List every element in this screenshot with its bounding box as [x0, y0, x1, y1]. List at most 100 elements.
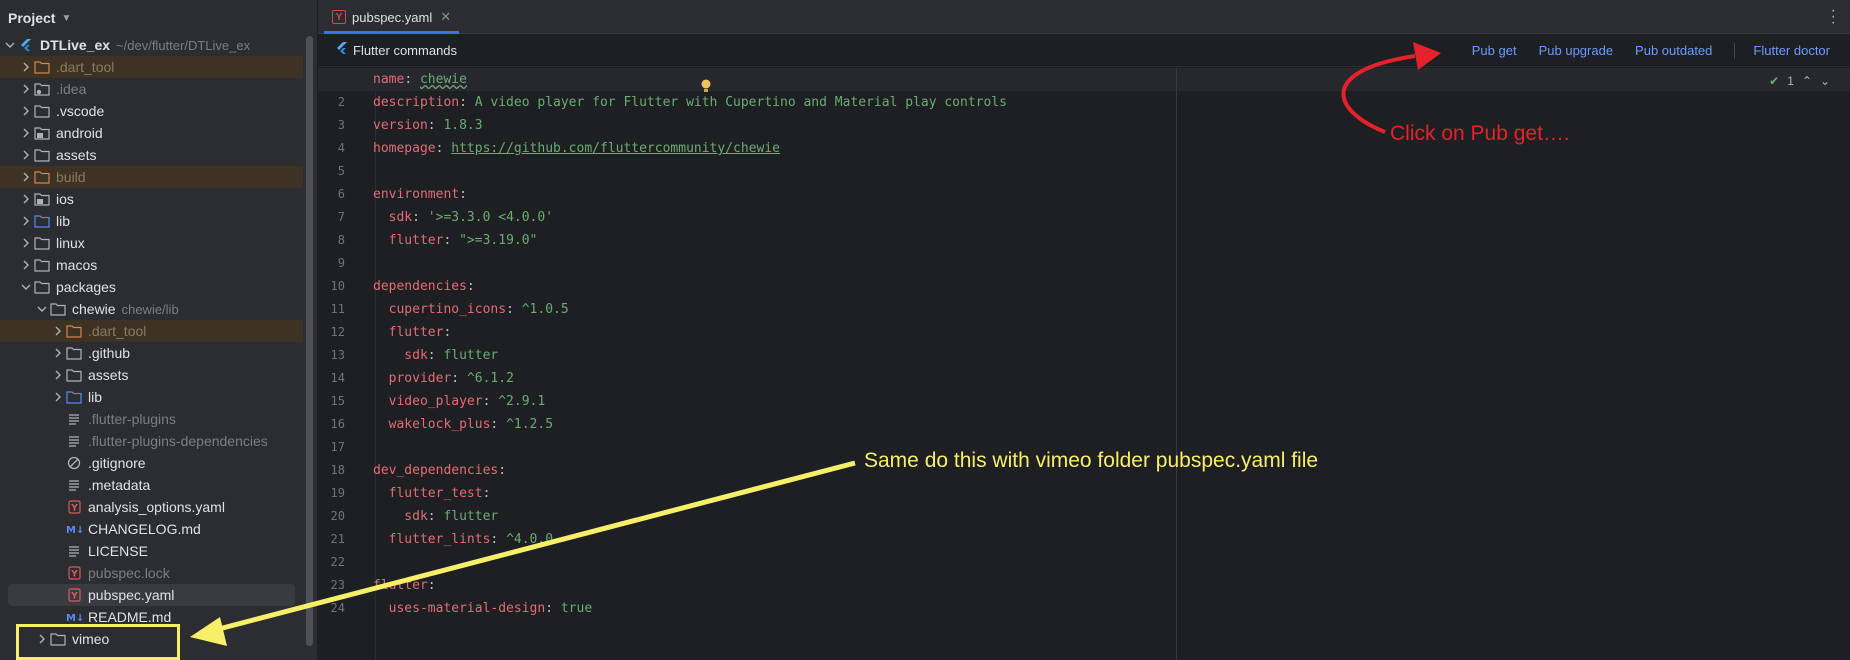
tree-folder[interactable]: .github: [0, 342, 303, 364]
code-token: sdk: [373, 509, 428, 524]
tab-pubspec-yaml[interactable]: Y pubspec.yaml ✕: [324, 0, 460, 34]
code-token: :: [545, 601, 561, 616]
code-line[interactable]: flutter:: [318, 321, 1850, 344]
tree-file[interactable]: Ypubspec.yaml: [8, 584, 295, 606]
code-token[interactable]: https://github.com/fluttercommunity/chew…: [451, 141, 780, 156]
chevron-down-icon[interactable]: ▼: [61, 13, 71, 24]
code-line[interactable]: version: 1.8.3: [318, 114, 1850, 137]
pub-get-link[interactable]: Pub get: [1472, 43, 1517, 58]
text-file-icon: [66, 412, 82, 426]
excluded-folder-icon: [66, 324, 82, 338]
tree-folder[interactable]: chewie chewie/lib: [0, 298, 303, 320]
code-token: :: [459, 95, 475, 110]
code-line[interactable]: flutter_lints: ^4.0.0: [318, 528, 1850, 551]
chevron-right-icon[interactable]: [18, 172, 34, 182]
tree-folder[interactable]: lib: [0, 210, 303, 232]
tree-folder[interactable]: .idea: [0, 78, 303, 100]
tree-file[interactable]: Ypubspec.lock: [0, 562, 303, 584]
chevron-right-icon[interactable]: [50, 392, 66, 402]
folder-icon: [34, 236, 50, 250]
project-panel-header[interactable]: Project ▼: [0, 0, 317, 36]
close-icon[interactable]: ✕: [440, 9, 451, 25]
code-line[interactable]: provider: ^6.1.2: [318, 367, 1850, 390]
code-line[interactable]: flutter_test:: [318, 482, 1850, 505]
chevron-down-icon[interactable]: ⌄: [1820, 74, 1830, 88]
code-line[interactable]: [318, 252, 1850, 275]
code-token: :: [482, 486, 491, 501]
tree-folder[interactable]: .vscode: [0, 100, 303, 122]
code-line[interactable]: cupertino_icons: ^1.0.5: [318, 298, 1850, 321]
chevron-right-icon[interactable]: [18, 62, 34, 72]
chevron-right-icon[interactable]: [18, 194, 34, 204]
chevron-right-icon[interactable]: [18, 216, 34, 226]
chevron-up-icon[interactable]: ⌃: [1802, 74, 1812, 88]
chevron-right-icon[interactable]: [50, 348, 66, 358]
code-token: ^6.1.2: [466, 371, 514, 386]
chevron-right-icon[interactable]: [50, 326, 66, 336]
chevron-down-icon[interactable]: [34, 304, 50, 314]
code-line[interactable]: flutter: ">=3.19.0": [318, 229, 1850, 252]
tree-folder[interactable]: lib: [0, 386, 303, 408]
yellow-annotation-text: Same do this with vimeo folder pubspec.y…: [864, 449, 1319, 472]
code-line[interactable]: sdk: '>=3.3.0 <4.0.0': [318, 206, 1850, 229]
chevron-right-icon[interactable]: [18, 238, 34, 248]
lightbulb-icon[interactable]: [700, 79, 712, 93]
code-line[interactable]: flutter:: [318, 574, 1850, 597]
code-line[interactable]: video_player: ^2.9.1: [318, 390, 1850, 413]
tree-folder[interactable]: .dart_tool: [0, 56, 303, 78]
code-content[interactable]: name: chewie description: A video player …: [318, 68, 1850, 620]
tree-folder[interactable]: .dart_tool: [0, 320, 303, 342]
tree-item-label: pubspec.lock: [88, 565, 170, 581]
code-token: flutter: [373, 233, 444, 248]
code-token: :: [427, 348, 444, 363]
tree-folder[interactable]: build: [0, 166, 303, 188]
code-token: flutter: [373, 578, 428, 593]
chevron-right-icon[interactable]: [18, 84, 34, 94]
tree-folder[interactable]: assets: [0, 144, 303, 166]
pub-outdated-link[interactable]: Pub outdated: [1635, 43, 1712, 58]
tree-folder[interactable]: macos: [0, 254, 303, 276]
markdown-file-icon: M↓: [66, 522, 82, 536]
code-line[interactable]: description: A video player for Flutter …: [318, 91, 1850, 114]
pub-upgrade-link[interactable]: Pub upgrade: [1539, 43, 1613, 58]
tree-file[interactable]: LICENSE: [0, 540, 303, 562]
code-line[interactable]: sdk: flutter: [318, 505, 1850, 528]
code-token: ">=3.19.0": [459, 233, 538, 248]
chevron-down-icon[interactable]: [2, 40, 18, 50]
chevron-down-icon[interactable]: [18, 282, 34, 292]
code-token: :: [459, 187, 467, 202]
tree-file[interactable]: .metadata: [0, 474, 303, 496]
code-line[interactable]: environment:: [318, 183, 1850, 206]
code-line[interactable]: name: chewie: [318, 68, 1850, 91]
code-area[interactable]: 123456789101112131415161718192021222324 …: [318, 68, 1850, 660]
chevron-right-icon[interactable]: [18, 128, 34, 138]
tree-file[interactable]: Yanalysis_options.yaml: [0, 496, 303, 518]
tree-file[interactable]: .flutter-plugins-dependencies: [0, 430, 303, 452]
chevron-right-icon[interactable]: [18, 106, 34, 116]
code-line[interactable]: [318, 551, 1850, 574]
code-line[interactable]: dependencies:: [318, 275, 1850, 298]
tree-root[interactable]: DTLive_ex ~/dev/flutter/DTLive_ex: [0, 34, 303, 56]
tree-folder[interactable]: packages: [0, 276, 303, 298]
more-options-icon[interactable]: · · ·: [1831, 3, 1836, 31]
code-token: provider: [373, 371, 452, 386]
code-line[interactable]: wakelock_plus: ^1.2.5: [318, 413, 1850, 436]
tree-folder[interactable]: assets: [0, 364, 303, 386]
code-line[interactable]: homepage: https://github.com/fluttercomm…: [318, 137, 1850, 160]
project-scrollbar[interactable]: [306, 36, 313, 646]
code-line[interactable]: [318, 160, 1850, 183]
tree-file[interactable]: M↓ CHANGELOG.md: [0, 518, 303, 540]
inspection-widget[interactable]: ✔ 1 ⌃ ⌄: [1769, 74, 1830, 88]
chevron-right-icon[interactable]: [50, 370, 66, 380]
flutter-doctor-link[interactable]: Flutter doctor: [1753, 43, 1830, 58]
tree-folder[interactable]: linux: [0, 232, 303, 254]
code-line[interactable]: sdk: flutter: [318, 344, 1850, 367]
tree-folder[interactable]: ios: [0, 188, 303, 210]
chevron-right-icon[interactable]: [18, 260, 34, 270]
code-line[interactable]: uses-material-design: true: [318, 597, 1850, 620]
tree-folder[interactable]: android: [0, 122, 303, 144]
code-token: :: [443, 325, 452, 340]
tree-file[interactable]: .gitignore: [0, 452, 303, 474]
tree-file[interactable]: .flutter-plugins: [0, 408, 303, 430]
chevron-right-icon[interactable]: [18, 150, 34, 160]
